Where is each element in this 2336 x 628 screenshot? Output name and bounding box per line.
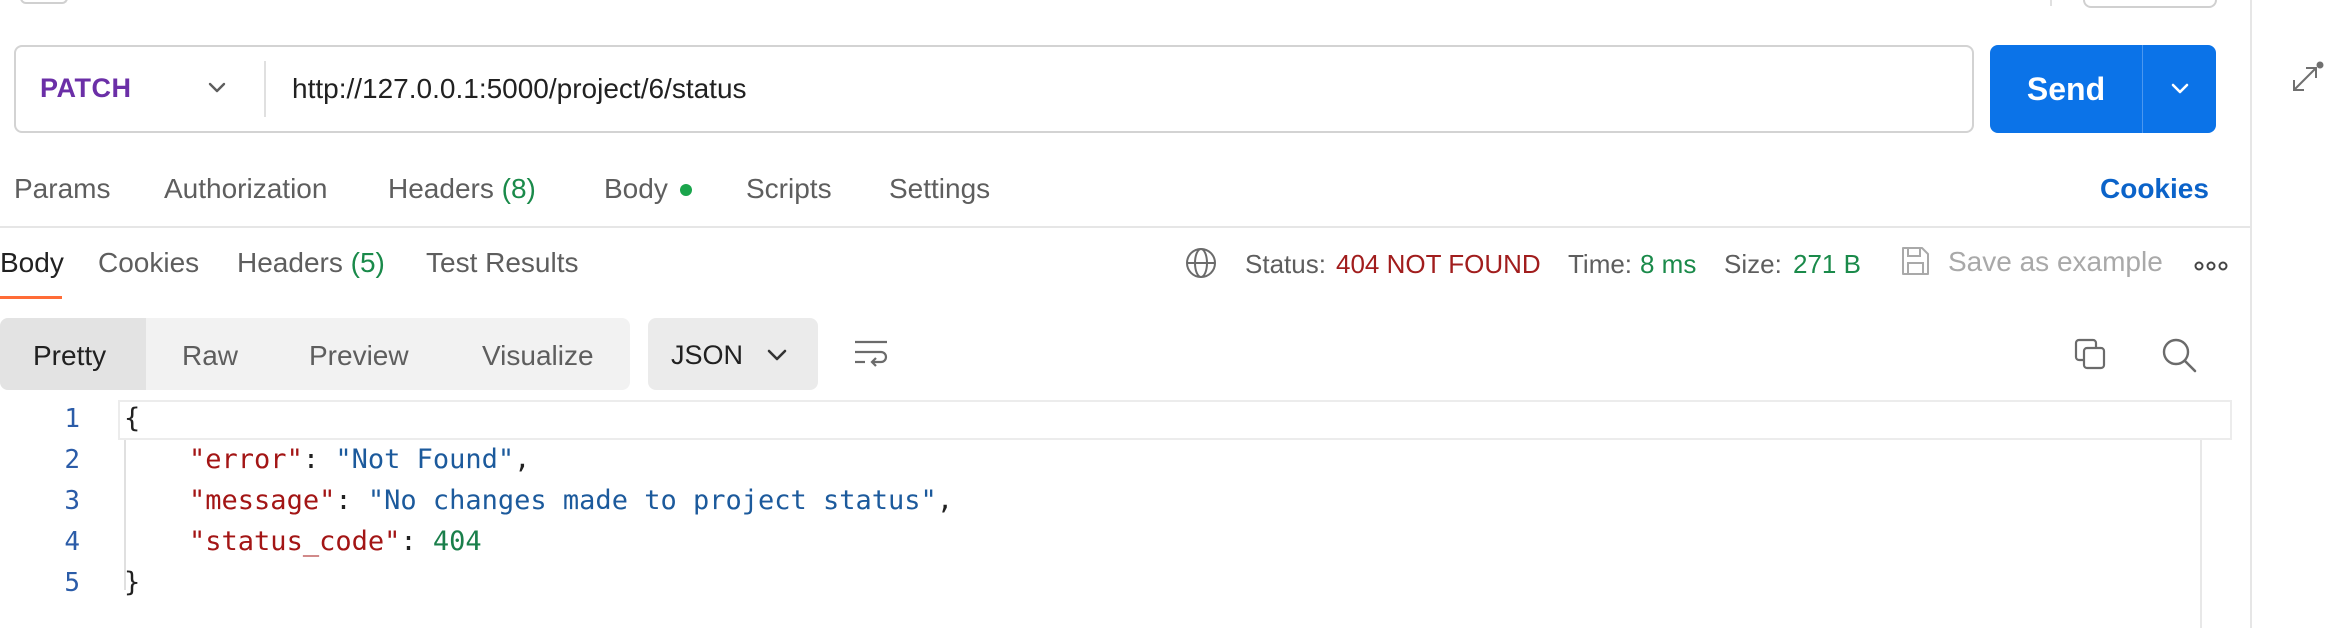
method-label: PATCH bbox=[40, 73, 132, 103]
top-right-divider bbox=[2050, 0, 2052, 6]
size-label: Size: bbox=[1724, 249, 1782, 279]
code-line-1[interactable]: { bbox=[124, 403, 140, 434]
json-key-status-code: "status_code" bbox=[189, 526, 401, 557]
wrap-lines-icon[interactable] bbox=[852, 336, 890, 370]
url-input[interactable]: http://127.0.0.1:5000/project/6/status bbox=[292, 73, 747, 105]
tab-headers[interactable]: Headers (8) bbox=[388, 173, 536, 205]
request-response-divider bbox=[0, 226, 2250, 228]
json-key-message: "message" bbox=[189, 485, 336, 516]
view-pretty-button[interactable]: Pretty bbox=[33, 340, 106, 372]
response-tab-headers-count: (5) bbox=[350, 247, 385, 278]
tab-settings[interactable]: Settings bbox=[889, 173, 990, 205]
time-value[interactable]: 8 ms bbox=[1640, 249, 1696, 280]
active-line-highlight bbox=[118, 400, 2232, 440]
tab-authorization[interactable]: Authorization bbox=[164, 173, 327, 205]
tab-scripts[interactable]: Scripts bbox=[746, 173, 832, 205]
line-number: 3 bbox=[64, 486, 80, 516]
response-tab-cookies[interactable]: Cookies bbox=[98, 247, 199, 279]
cookies-link[interactable]: Cookies bbox=[2100, 173, 2209, 205]
search-icon[interactable] bbox=[2160, 336, 2198, 374]
line-number: 2 bbox=[64, 445, 80, 475]
method-divider bbox=[264, 61, 266, 117]
active-tab-underline bbox=[0, 296, 62, 299]
code-line-2[interactable]: "error": "Not Found", bbox=[124, 444, 530, 475]
response-tab-headers[interactable]: Headers (5) bbox=[237, 247, 385, 279]
json-value-error: "Not Found" bbox=[335, 444, 515, 475]
save-as-example-button[interactable]: Save as example bbox=[1948, 246, 2163, 278]
json-value-message: "No changes made to project status" bbox=[367, 485, 937, 516]
view-visualize-button[interactable]: Visualize bbox=[482, 340, 594, 372]
chevron-down-icon bbox=[767, 349, 787, 361]
tab-headers-label: Headers bbox=[388, 173, 494, 204]
language-label: JSON bbox=[671, 340, 744, 370]
json-key-error: "error" bbox=[189, 444, 303, 475]
top-left-control-fragment bbox=[20, 0, 68, 4]
body-modified-dot bbox=[680, 184, 692, 196]
json-brace: { bbox=[124, 403, 141, 434]
code-line-4[interactable]: "status_code": 404 bbox=[124, 526, 482, 557]
request-bar: PATCH http://127.0.0.1:5000/project/6/st… bbox=[14, 45, 1974, 133]
code-line-5[interactable]: } bbox=[124, 567, 140, 598]
more-icon[interactable] bbox=[2194, 260, 2228, 272]
globe-icon[interactable] bbox=[1184, 246, 1218, 280]
view-raw-button[interactable]: Raw bbox=[182, 340, 238, 372]
line-number: 4 bbox=[64, 527, 80, 557]
chevron-down-icon bbox=[2171, 83, 2188, 94]
status-value[interactable]: 404 NOT FOUND bbox=[1336, 249, 1541, 280]
status-label: Status: bbox=[1245, 249, 1326, 279]
top-right-control-fragment bbox=[2083, 0, 2217, 8]
tab-body[interactable]: Body bbox=[604, 173, 668, 205]
chevron-down-icon bbox=[208, 82, 226, 93]
expand-icon[interactable] bbox=[2286, 60, 2324, 98]
json-value-status-code: 404 bbox=[432, 526, 482, 557]
copy-icon[interactable] bbox=[2072, 336, 2108, 372]
tab-headers-count: (8) bbox=[501, 173, 536, 204]
send-options-button[interactable] bbox=[2143, 45, 2216, 133]
line-number: 5 bbox=[64, 568, 80, 598]
code-line-3[interactable]: "message": "No changes made to project s… bbox=[124, 485, 953, 516]
right-panel-separator bbox=[2250, 0, 2252, 628]
size-value[interactable]: 271 B bbox=[1793, 249, 1861, 280]
line-number: 1 bbox=[64, 404, 80, 434]
response-tab-test-results[interactable]: Test Results bbox=[426, 247, 579, 279]
time-label: Time: bbox=[1568, 249, 1633, 279]
save-icon[interactable] bbox=[1898, 244, 1932, 278]
response-tab-body[interactable]: Body bbox=[0, 247, 64, 279]
send-button[interactable]: Send bbox=[1990, 45, 2142, 133]
json-brace: } bbox=[124, 567, 141, 598]
response-tab-headers-label: Headers bbox=[237, 247, 343, 278]
tab-params[interactable]: Params bbox=[14, 173, 110, 205]
code-scroll-track bbox=[2200, 440, 2202, 628]
view-preview-button[interactable]: Preview bbox=[309, 340, 409, 372]
